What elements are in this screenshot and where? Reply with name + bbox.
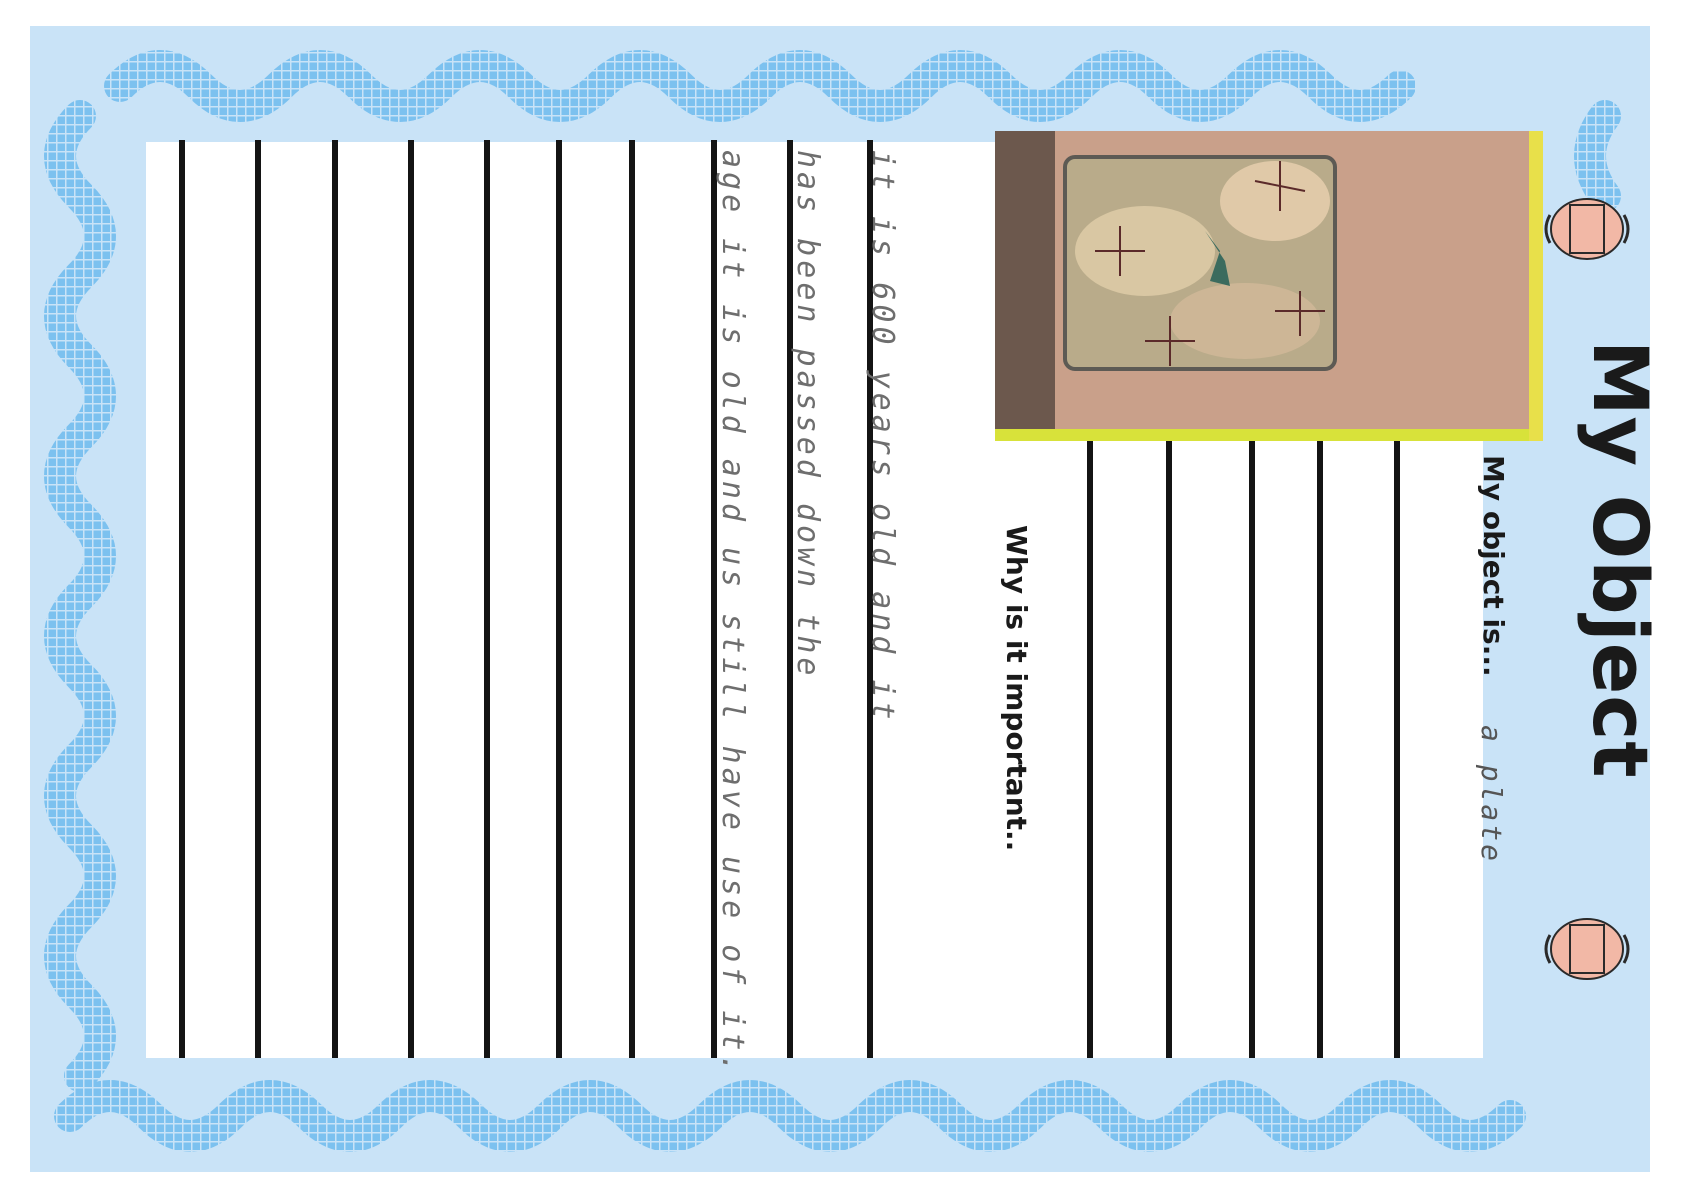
page-title: My Object [1576, 340, 1665, 779]
ruled-line [332, 140, 338, 1058]
ruled-line [255, 140, 261, 1058]
ruled-line [1317, 440, 1323, 1058]
ruled-line [1166, 440, 1172, 1058]
ruled-line [1087, 440, 1093, 1058]
question-prompt: Why is it important.. [1000, 525, 1033, 852]
object-label: My object is... [1477, 455, 1510, 677]
ruled-line [484, 140, 490, 1058]
ruled-line [1249, 440, 1255, 1058]
object-photo [995, 131, 1543, 441]
handwritten-line: has been passed down the [790, 150, 825, 680]
object-answer: a plate [1475, 725, 1508, 865]
ruled-line [1394, 440, 1400, 1058]
ruled-line [179, 140, 185, 1058]
ruled-line [556, 140, 562, 1058]
handwritten-line: age it is old and us still have use of i… [715, 150, 750, 1077]
ruled-line [629, 140, 635, 1058]
photo-edge [995, 429, 1543, 441]
plate-image [995, 131, 1543, 441]
amphora-icon [1544, 198, 1630, 260]
handwritten-line: it is 600 years old and it [865, 150, 900, 724]
ruled-line [408, 140, 414, 1058]
amphora-icon [1544, 918, 1630, 980]
photo-edge [1529, 131, 1543, 441]
